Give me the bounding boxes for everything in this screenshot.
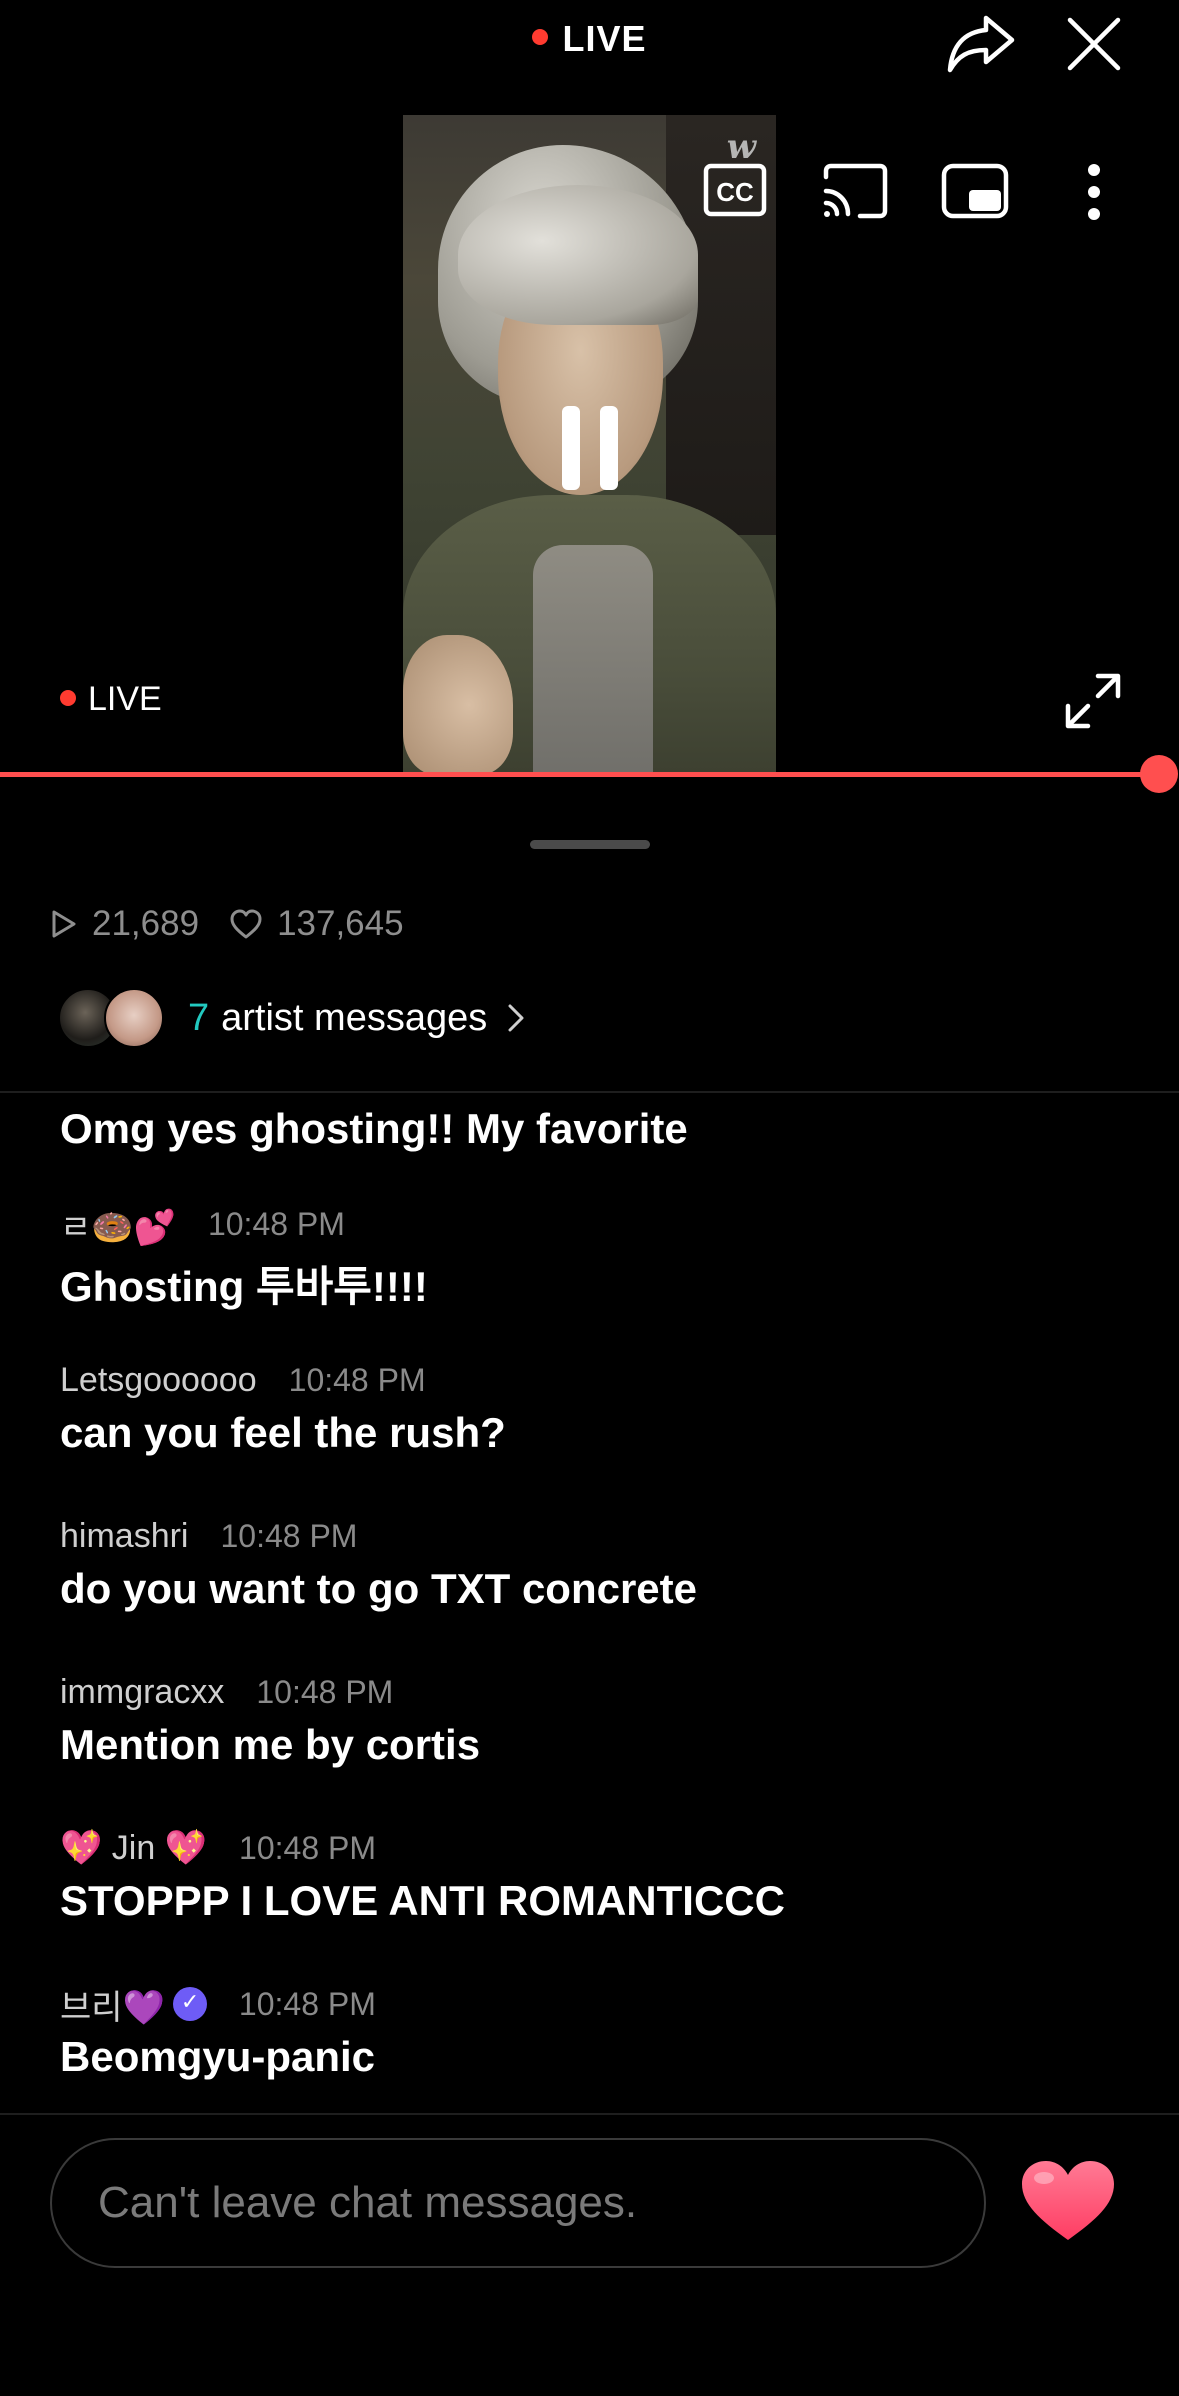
chat-username: immgracxx	[60, 1672, 225, 1711]
avatar	[104, 988, 164, 1048]
artist-messages-label: artist messages	[221, 996, 488, 1039]
progress-bar[interactable]	[0, 772, 1160, 777]
live-dot	[60, 690, 76, 707]
live-dot	[532, 29, 549, 46]
progress-handle[interactable]	[1140, 755, 1178, 793]
share-icon[interactable]	[946, 12, 1016, 74]
chat-message: 브리💜 10:48 PM Beomgyu-panic	[60, 1981, 1140, 2081]
live-badge-label: LIVE	[88, 680, 162, 718]
sheet-drag-handle[interactable]	[530, 840, 650, 849]
chat-timestamp: 10:48 PM	[239, 1829, 376, 1866]
close-icon[interactable]	[1066, 16, 1122, 72]
artist-message-count: 7	[188, 996, 210, 1039]
like-count: 137,645	[229, 904, 404, 944]
cast-icon[interactable]	[820, 163, 890, 219]
live-label: LIVE	[562, 18, 647, 59]
chat-message-text: can you feel the rush?	[60, 1409, 506, 1456]
chat-message: Omg yes ghosting!! My favorite	[60, 1099, 1140, 1153]
chat-message: himashri 10:48 PM do you want to go TXT …	[60, 1513, 1140, 1613]
like-count-value: 137,645	[277, 904, 404, 943]
play-count-value: 21,689	[92, 904, 200, 943]
cc-icon[interactable]: CC	[703, 163, 767, 217]
chat-username: himashri	[60, 1516, 189, 1555]
live-badge: LIVE	[60, 680, 162, 719]
weverse-watermark: w	[726, 127, 756, 167]
chat-message: 💖 Jin 💖 10:48 PM STOPPP I LOVE ANTI ROMA…	[60, 1825, 1140, 1925]
chat-username: ㄹ🍩💕	[60, 1208, 176, 1247]
chat-username: 브리💜	[60, 1980, 207, 2029]
chat-message-text: Mention me by cortis	[60, 1721, 481, 1768]
heart-icon[interactable]	[1018, 2158, 1128, 2254]
chat-message-text: Ghosting 투바투!!!!	[60, 1263, 428, 1310]
chat-input[interactable]	[52, 2140, 984, 2266]
chat-timestamp: 10:48 PM	[288, 1361, 426, 1398]
chat-message-text: STOPPP I LOVE ANTI ROMANTICCC	[60, 1877, 785, 1924]
chat-message-text: Omg yes ghosting!! My favorite	[60, 1105, 688, 1152]
more-icon[interactable]	[1082, 163, 1106, 221]
chat-message-text: do you want to go TXT concrete	[60, 1565, 698, 1612]
chat-timestamp: 10:48 PM	[207, 1205, 345, 1242]
chat-username: 💖 Jin 💖	[60, 1829, 208, 1867]
chat-message: immgracxx 10:48 PM Mention me by cortis	[60, 1669, 1140, 1769]
heart-outline-icon	[230, 909, 262, 939]
divider	[0, 2113, 1179, 2115]
expand-icon[interactable]	[1064, 672, 1122, 730]
chat-message-text: Beomgyu-panic	[60, 2033, 376, 2080]
verified-badge-icon	[172, 1987, 207, 2021]
play-count: 21,689	[50, 904, 199, 944]
stats-row: 21,689 137,645	[50, 904, 434, 944]
chat-username: Letsgoooooo	[60, 1360, 257, 1399]
chat-message: Letsgoooooo 10:48 PM can you feel the ru…	[60, 1357, 1140, 1457]
svg-text:CC: CC	[716, 177, 754, 207]
artist-messages-link[interactable]: 7 artist messages	[58, 988, 525, 1048]
divider	[0, 1091, 1179, 1093]
chat-message: ㄹ🍩💕 10:48 PM Ghosting 투바투!!!!	[60, 1201, 1140, 1314]
pause-icon[interactable]	[562, 406, 618, 490]
chevron-right-icon	[508, 1004, 524, 1032]
chat-timestamp: 10:48 PM	[256, 1673, 394, 1710]
chat-input-container[interactable]	[50, 2138, 986, 2268]
chat-timestamp: 10:48 PM	[238, 1985, 376, 2022]
chat-timestamp: 10:48 PM	[220, 1517, 358, 1554]
play-icon	[52, 910, 76, 938]
pip-icon[interactable]	[941, 163, 1009, 219]
live-stream-screen: LIVE w CC LIVE 21,689 137,645 7 artist m…	[0, 0, 1179, 2396]
